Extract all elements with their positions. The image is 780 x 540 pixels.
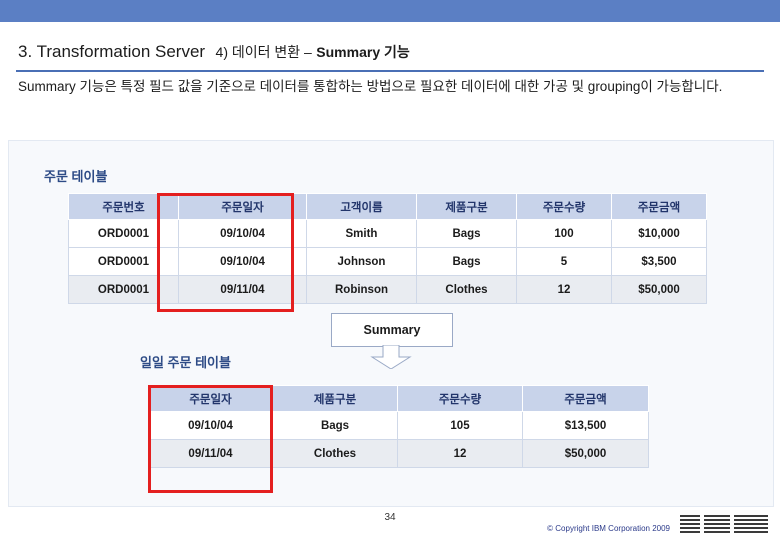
- summary-connector-label: Summary: [331, 313, 453, 347]
- cell: Clothes: [416, 275, 517, 304]
- title-divider: [16, 70, 764, 72]
- table-row: 09/11/04 Clothes 12 $50,000: [148, 439, 649, 468]
- cell: Smith: [306, 219, 417, 248]
- cell: $3,500: [611, 247, 707, 276]
- cell: Clothes: [272, 439, 398, 468]
- cell: 100: [516, 219, 612, 248]
- cell: ORD0001: [68, 275, 179, 304]
- page-title: 3. Transformation Server 4) 데이터 변환 – Sum…: [18, 42, 762, 66]
- lead-paragraph: Summary 기능은 특정 필드 값을 기준으로 데이터를 통합하는 방법으로…: [18, 79, 723, 94]
- cell: 5: [516, 247, 612, 276]
- table-header-row: 주문일자 제품구분 주문수량 주문금액: [148, 385, 649, 412]
- column-header: 제품구분: [416, 193, 517, 220]
- column-header: 주문수량: [516, 193, 612, 220]
- title-main: 3. Transformation Server: [18, 42, 206, 61]
- cell: 12: [397, 439, 523, 468]
- column-header: 주문번호: [68, 193, 179, 220]
- cell: ORD0001: [68, 247, 179, 276]
- cell: Robinson: [306, 275, 417, 304]
- cell: 12: [516, 275, 612, 304]
- cell: 09/10/04: [178, 247, 307, 276]
- column-header: 고객이름: [306, 193, 417, 220]
- cell: Bags: [416, 219, 517, 248]
- title-subtitle: 4) 데이터 변환 –: [215, 44, 312, 60]
- column-header: 제품구분: [272, 385, 398, 412]
- table-row: ORD0001 09/10/04 Johnson Bags 5 $3,500: [68, 247, 707, 276]
- table-row: 09/10/04 Bags 105 $13,500: [148, 411, 649, 440]
- cell: ORD0001: [68, 219, 179, 248]
- table-row: ORD0001 09/10/04 Smith Bags 100 $10,000: [68, 219, 707, 248]
- top-accent-bar-spacer: [0, 22, 780, 31]
- orders-table: 주문번호 주문일자 고객이름 제품구분 주문수량 주문금액 ORD0001 09…: [68, 193, 707, 304]
- summary-table-label: 일일 주문 테이블: [140, 355, 231, 370]
- ibm-logo: [680, 515, 768, 533]
- page-number: 34: [384, 512, 396, 523]
- column-header: 주문금액: [522, 385, 649, 412]
- cell: Bags: [272, 411, 398, 440]
- column-header: 주문금액: [611, 193, 707, 220]
- column-header: 주문일자: [178, 193, 307, 220]
- cell: 09/10/04: [148, 411, 273, 440]
- cell: $13,500: [522, 411, 649, 440]
- orders-table-label: 주문 테이블: [44, 169, 108, 184]
- cell: Bags: [416, 247, 517, 276]
- table-row: ORD0001 09/11/04 Robinson Clothes 12 $50…: [68, 275, 707, 304]
- title-subtitle-bold: Summary 기능: [316, 44, 410, 60]
- copyright-text: © Copyright IBM Corporation 2009: [547, 524, 670, 533]
- summary-table: 주문일자 제품구분 주문수량 주문금액 09/10/04 Bags 105 $1…: [148, 385, 649, 468]
- cell: $50,000: [611, 275, 707, 304]
- table-header-row: 주문번호 주문일자 고객이름 제품구분 주문수량 주문금액: [68, 193, 707, 220]
- cell: Johnson: [306, 247, 417, 276]
- cell: 105: [397, 411, 523, 440]
- cell: $10,000: [611, 219, 707, 248]
- cell: 09/10/04: [178, 219, 307, 248]
- cell: 09/11/04: [148, 439, 273, 468]
- down-arrow-icon: [370, 345, 412, 369]
- column-header: 주문일자: [148, 385, 273, 412]
- column-header: 주문수량: [397, 385, 523, 412]
- cell: 09/11/04: [178, 275, 307, 304]
- top-accent-bar: [0, 0, 780, 22]
- cell: $50,000: [522, 439, 649, 468]
